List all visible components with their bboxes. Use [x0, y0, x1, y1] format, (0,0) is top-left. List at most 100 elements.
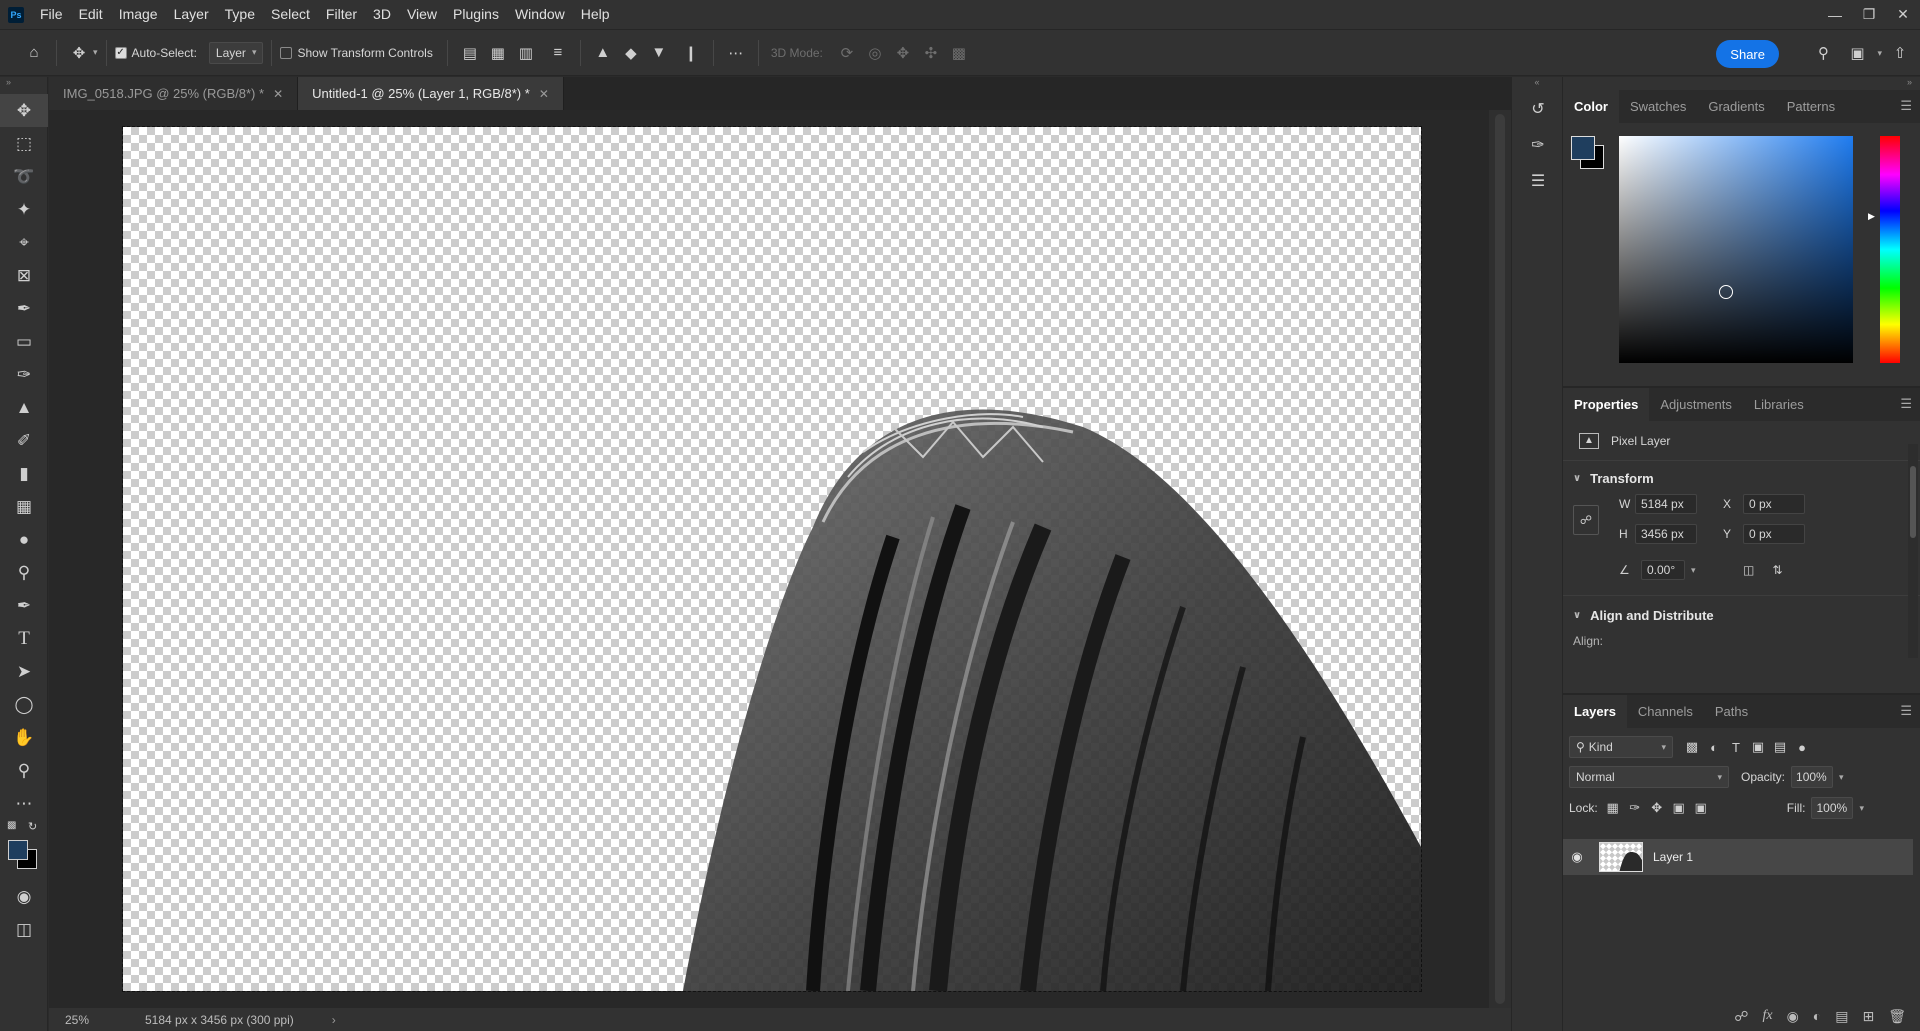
document-canvas[interactable]: [122, 126, 1422, 992]
new-layer-icon[interactable]: ⊞: [1862, 1008, 1874, 1025]
menu-image[interactable]: Image: [111, 0, 166, 29]
doc-tab-img-0518[interactable]: IMG_0518.JPG @ 25% (RGB/8*) * ✕: [49, 77, 299, 110]
edit-toolbar-icon[interactable]: ⋯: [0, 787, 48, 820]
pen-tool-icon[interactable]: ✒: [0, 589, 48, 622]
align-horizontal-centers-icon[interactable]: ▦: [484, 39, 512, 67]
flip-vertical-icon[interactable]: ⇅: [1772, 563, 1782, 577]
close-icon[interactable]: ✕: [273, 87, 283, 101]
lasso-tool-icon[interactable]: ➰: [0, 160, 48, 193]
menu-type[interactable]: Type: [217, 0, 263, 29]
adjustment-settings-icon[interactable]: ☰: [1512, 163, 1564, 199]
history-brush-tool-icon[interactable]: ✐: [0, 424, 48, 457]
width-field[interactable]: 5184 px: [1635, 494, 1697, 514]
zoom-tool-icon[interactable]: ⚲: [0, 754, 48, 787]
move-tool-icon[interactable]: ✥: [0, 94, 48, 127]
chevron-right-icon[interactable]: ›: [332, 1013, 336, 1027]
workspace-icon[interactable]: ▣: [1843, 39, 1871, 67]
menu-edit[interactable]: Edit: [71, 0, 111, 29]
menu-layer[interactable]: Layer: [166, 0, 217, 29]
collapse-toolbar-icon[interactable]: »: [0, 77, 47, 94]
crop-tool-icon[interactable]: ⌖: [0, 226, 48, 259]
x-field[interactable]: 0 px: [1743, 494, 1805, 514]
chevron-down-icon[interactable]: ▾: [1877, 48, 1882, 59]
chevron-down-icon[interactable]: ▾: [1859, 803, 1864, 814]
menu-file[interactable]: File: [32, 0, 71, 29]
transform-section-header[interactable]: ∨ Transform: [1563, 465, 1920, 491]
align-distribute-section-header[interactable]: ∨ Align and Distribute: [1563, 602, 1920, 628]
swap-colors-icon[interactable]: ↻: [28, 820, 37, 833]
new-group-icon[interactable]: ▤: [1835, 1008, 1848, 1025]
filter-smart-object-icon[interactable]: ▤: [1769, 739, 1791, 755]
color-panel-foreground-swatch[interactable]: [1571, 136, 1595, 160]
align-vertical-centers-icon[interactable]: ◆: [617, 39, 645, 67]
opacity-field[interactable]: 100%: [1791, 766, 1834, 788]
restore-icon[interactable]: ❐: [1852, 0, 1886, 29]
color-picker-handle[interactable]: [1719, 285, 1733, 299]
align-top-edges-icon[interactable]: ▲: [589, 39, 617, 67]
menu-view[interactable]: View: [399, 0, 445, 29]
healing-brush-tool-icon[interactable]: ▭: [0, 325, 48, 358]
tab-properties[interactable]: Properties: [1563, 388, 1650, 421]
y-field[interactable]: 0 px: [1743, 524, 1805, 544]
checkbox-checked-icon[interactable]: ✓: [114, 46, 127, 59]
align-right-edges-icon[interactable]: ▥: [512, 39, 540, 67]
tab-gradients[interactable]: Gradients: [1697, 90, 1775, 123]
fill-field[interactable]: 100%: [1811, 797, 1854, 819]
flip-horizontal-icon[interactable]: ◫: [1743, 563, 1754, 577]
tab-swatches[interactable]: Swatches: [1619, 90, 1697, 123]
checkbox-unchecked-icon[interactable]: [280, 46, 293, 59]
share-button[interactable]: Share: [1716, 40, 1779, 68]
layer-style-fx-icon[interactable]: fx: [1762, 1008, 1772, 1024]
eyedropper-tool-icon[interactable]: ✒: [0, 292, 48, 325]
ellipse-tool-icon[interactable]: ◯: [0, 688, 48, 721]
zoom-level[interactable]: 25%: [49, 1013, 115, 1027]
share-document-icon[interactable]: ⇧: [1886, 39, 1914, 67]
menu-plugins[interactable]: Plugins: [445, 0, 507, 29]
search-icon[interactable]: ⚲: [1809, 39, 1837, 67]
align-left-edges-icon[interactable]: ▤: [456, 39, 484, 67]
distribute-vertical-icon[interactable]: ≡: [544, 39, 572, 67]
link-layers-icon[interactable]: ☍: [1734, 1008, 1748, 1025]
filter-adjustment-icon[interactable]: ◐: [1703, 740, 1725, 755]
delete-layer-icon[interactable]: 🗑: [1888, 1008, 1906, 1025]
close-icon[interactable]: ✕: [1886, 0, 1920, 29]
magic-wand-tool-icon[interactable]: ✦: [0, 193, 48, 226]
eraser-tool-icon[interactable]: ▮: [0, 457, 48, 490]
tab-channels[interactable]: Channels: [1627, 695, 1704, 728]
tab-patterns[interactable]: Patterns: [1776, 90, 1846, 123]
minimize-icon[interactable]: —: [1818, 0, 1852, 29]
close-icon[interactable]: ✕: [539, 87, 549, 101]
tab-adjustments[interactable]: Adjustments: [1649, 388, 1743, 421]
layer-filter-kind-dropdown[interactable]: ⚲ Kind ▾: [1569, 736, 1673, 758]
link-dimensions-icon[interactable]: ☍: [1573, 505, 1599, 535]
home-icon[interactable]: ⌂: [20, 39, 48, 67]
lock-position-icon[interactable]: ✥: [1646, 800, 1668, 816]
menu-window[interactable]: Window: [507, 0, 573, 29]
filter-shape-icon[interactable]: ▣: [1747, 739, 1769, 755]
hue-slider[interactable]: [1880, 136, 1900, 363]
chevron-down-icon[interactable]: ▾: [1839, 772, 1844, 783]
panel-menu-icon[interactable]: ☰: [1900, 396, 1912, 412]
tab-color[interactable]: Color: [1563, 90, 1619, 123]
collapse-panels-icon[interactable]: »: [1563, 77, 1920, 90]
move-tool-preset-icon[interactable]: ✥: [65, 39, 93, 67]
screen-mode-icon[interactable]: ◫: [0, 913, 48, 946]
path-selection-tool-icon[interactable]: ➤: [0, 655, 48, 688]
align-bottom-edges-icon[interactable]: ▼: [645, 39, 673, 67]
filter-type-icon[interactable]: T: [1725, 740, 1747, 755]
panel-menu-icon[interactable]: ☰: [1900, 98, 1912, 114]
lock-all-icon[interactable]: ▣: [1690, 800, 1712, 816]
chevron-down-icon[interactable]: ▾: [1691, 565, 1696, 576]
new-adjustment-layer-icon[interactable]: ◐: [1813, 1008, 1821, 1024]
frame-tool-icon[interactable]: ⊠: [0, 259, 48, 292]
lock-image-pixels-icon[interactable]: ✑: [1624, 800, 1646, 816]
menu-select[interactable]: Select: [263, 0, 318, 29]
add-mask-icon[interactable]: ◉: [1787, 1008, 1799, 1025]
angle-field[interactable]: 0.00°: [1641, 560, 1685, 580]
doc-tab-untitled-1[interactable]: Untitled-1 @ 25% (Layer 1, RGB/8*) * ✕: [298, 77, 564, 110]
tab-layers[interactable]: Layers: [1563, 695, 1627, 728]
tab-paths[interactable]: Paths: [1704, 695, 1759, 728]
blur-tool-icon[interactable]: ●: [0, 523, 48, 556]
layer-row[interactable]: ◉ Layer 1: [1563, 839, 1913, 875]
hue-slider-caret-icon[interactable]: ▶: [1868, 211, 1875, 222]
